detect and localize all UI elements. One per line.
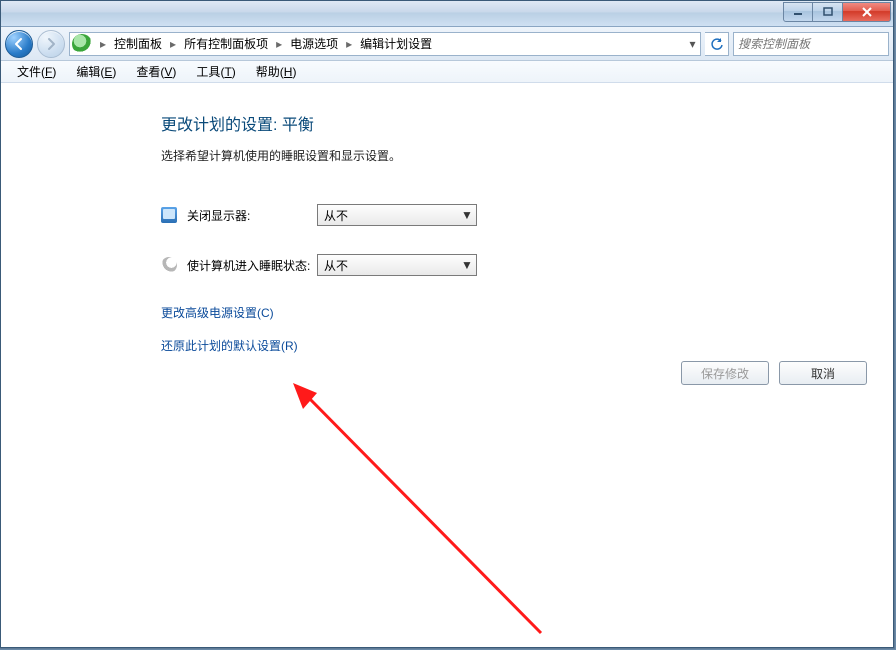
forward-button[interactable] xyxy=(37,30,65,58)
window-controls xyxy=(783,2,891,22)
refresh-button[interactable] xyxy=(705,32,729,56)
link-advanced-power-settings[interactable]: 更改高级电源设置(C) xyxy=(161,304,873,321)
breadcrumb-item[interactable]: 控制面板 xyxy=(112,35,164,52)
breadcrumb-sep-icon: ▸ xyxy=(270,37,288,51)
cancel-button[interactable]: 取消 xyxy=(779,361,867,385)
minimize-button[interactable] xyxy=(783,2,813,22)
back-button[interactable] xyxy=(5,30,33,58)
display-off-value: 从不 xyxy=(318,207,458,224)
menu-edit[interactable]: 编辑(E) xyxy=(66,61,126,82)
content-area: 更改计划的设置: 平衡 选择希望计算机使用的睡眠设置和显示设置。 关闭显示器: … xyxy=(1,83,893,647)
sleep-label: 使计算机进入睡眠状态: xyxy=(187,257,317,274)
window: ▸ 控制面板 ▸ 所有控制面板项 ▸ 电源选项 ▸ 编辑计划设置 ▾ 文件(F)… xyxy=(0,0,894,648)
control-panel-icon xyxy=(72,34,92,54)
search-box[interactable] xyxy=(733,32,889,56)
save-button[interactable]: 保存修改 xyxy=(681,361,769,385)
arrow-right-icon xyxy=(44,37,58,51)
menu-help[interactable]: 帮助(H) xyxy=(246,61,307,82)
breadcrumb-sep-icon: ▸ xyxy=(340,37,358,51)
display-off-label: 关闭显示器: xyxy=(187,207,317,224)
titlebar xyxy=(1,1,893,27)
breadcrumb[interactable]: ▸ 控制面板 ▸ 所有控制面板项 ▸ 电源选项 ▸ 编辑计划设置 ▾ xyxy=(69,32,701,56)
breadcrumb-dropdown-icon[interactable]: ▾ xyxy=(684,32,700,56)
breadcrumb-sep-icon: ▸ xyxy=(164,37,182,51)
minimize-icon xyxy=(793,7,803,17)
monitor-icon xyxy=(161,207,177,223)
moon-icon xyxy=(161,257,177,273)
button-row: 保存修改 取消 xyxy=(681,361,867,385)
menubar: 文件(F) 编辑(E) 查看(V) 工具(T) 帮助(H) xyxy=(1,61,893,83)
setting-row-sleep: 使计算机进入睡眠状态: 从不 ▼ xyxy=(161,254,873,276)
maximize-button[interactable] xyxy=(813,2,843,22)
breadcrumb-item[interactable]: 电源选项 xyxy=(288,35,340,52)
display-off-select[interactable]: 从不 ▼ xyxy=(317,204,477,226)
close-icon xyxy=(861,7,873,17)
refresh-icon xyxy=(710,37,724,51)
menu-file[interactable]: 文件(F) xyxy=(7,61,66,82)
maximize-icon xyxy=(823,7,833,17)
page-subtitle: 选择希望计算机使用的睡眠设置和显示设置。 xyxy=(161,147,873,164)
breadcrumb-item[interactable]: 编辑计划设置 xyxy=(358,35,434,52)
sleep-select[interactable]: 从不 ▼ xyxy=(317,254,477,276)
chevron-down-icon: ▼ xyxy=(458,205,476,225)
arrow-left-icon xyxy=(12,37,26,51)
setting-row-display: 关闭显示器: 从不 ▼ xyxy=(161,204,873,226)
annotation-arrow-icon xyxy=(291,383,551,643)
search-input[interactable] xyxy=(734,33,896,55)
breadcrumb-item[interactable]: 所有控制面板项 xyxy=(182,35,270,52)
menu-tools[interactable]: 工具(T) xyxy=(186,61,245,82)
menu-view[interactable]: 查看(V) xyxy=(126,61,186,82)
link-restore-defaults[interactable]: 还原此计划的默认设置(R) xyxy=(161,337,873,354)
breadcrumb-sep-icon: ▸ xyxy=(94,37,112,51)
sleep-value: 从不 xyxy=(318,257,458,274)
page-title: 更改计划的设置: 平衡 xyxy=(161,111,873,135)
close-button[interactable] xyxy=(843,2,891,22)
nav-row: ▸ 控制面板 ▸ 所有控制面板项 ▸ 电源选项 ▸ 编辑计划设置 ▾ xyxy=(1,27,893,61)
chevron-down-icon: ▼ xyxy=(458,255,476,275)
